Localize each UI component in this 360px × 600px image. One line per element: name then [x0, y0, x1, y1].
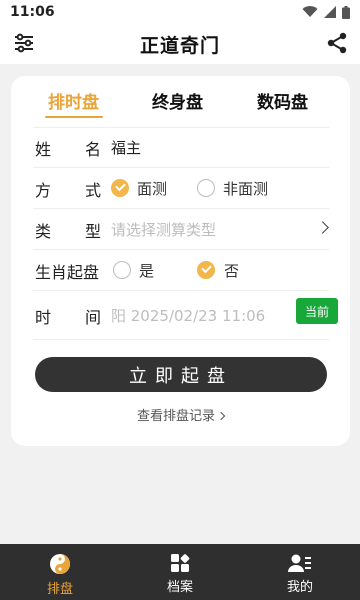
- profile-icon: [288, 554, 311, 572]
- name-label-1: 姓: [35, 140, 52, 159]
- tab-time-chart[interactable]: 排时盘: [48, 88, 99, 113]
- type-label-2: 型: [85, 222, 102, 241]
- start-chart-button[interactable]: 立即起盘: [35, 357, 327, 392]
- time-divider: [33, 339, 329, 340]
- radio-zodiac-yes[interactable]: [113, 261, 131, 279]
- nav-item-archive[interactable]: 档案: [120, 544, 240, 600]
- chart-setup-card: 排时盘 终身盘 数码盘 姓 名 福主 方 式 面测 非面测 类 型 请选择测算类…: [11, 76, 350, 446]
- radio-remote-label[interactable]: 非面测: [223, 178, 268, 199]
- filter-settings-icon[interactable]: [14, 33, 34, 57]
- page-title: 正道奇门: [139, 34, 220, 57]
- history-link-label[interactable]: 查看排盘记录: [137, 409, 215, 424]
- time-label-2: 间: [85, 308, 102, 327]
- radio-zodiac-no[interactable]: [197, 261, 215, 279]
- status-time: 11:06: [10, 4, 55, 20]
- tab-bar: 排时盘 终身盘 数码盘: [11, 76, 350, 128]
- status-bar: 11:06: [0, 0, 360, 24]
- name-label-2: 名: [85, 140, 102, 159]
- battery-icon: [342, 5, 350, 19]
- nav-label-chart: 排盘: [46, 582, 73, 597]
- tab-lifetime-chart[interactable]: 终身盘: [152, 88, 203, 113]
- type-label-1: 类: [35, 222, 52, 241]
- zodiac-label: 生肖起盘: [35, 263, 100, 282]
- time-row: 时 间 阳 2025/02/23 11:06 当前: [33, 292, 338, 338]
- radio-remote[interactable]: [197, 179, 215, 197]
- app-bar: 正道奇门: [0, 24, 360, 64]
- nav-item-chart[interactable]: 排盘: [0, 544, 120, 600]
- history-link[interactable]: 查看排盘记录: [11, 405, 350, 424]
- method-row: 方 式 面测 非面测: [33, 169, 329, 209]
- nav-label-profile: 我的: [286, 580, 313, 595]
- type-select[interactable]: 请选择测算类型: [111, 219, 216, 240]
- radio-in-person[interactable]: [111, 179, 129, 197]
- radio-in-person-label[interactable]: 面测: [137, 178, 167, 199]
- time-label-1: 时: [35, 308, 52, 327]
- status-icons: [302, 5, 350, 19]
- name-row: 姓 名 福主: [33, 128, 329, 168]
- nav-label-archive: 档案: [166, 580, 193, 595]
- tab-number-chart[interactable]: 数码盘: [257, 88, 308, 113]
- time-input[interactable]: 阳 2025/02/23 11:06: [111, 305, 265, 326]
- method-label-1: 方: [35, 181, 52, 200]
- name-input[interactable]: 福主: [111, 137, 141, 158]
- signal-icon: [324, 6, 336, 18]
- chevron-right-small-icon: [216, 411, 226, 421]
- bottom-nav: 排盘 档案 我的: [0, 544, 360, 600]
- yin-yang-icon: [50, 554, 70, 574]
- radio-zodiac-no-label[interactable]: 否: [224, 260, 239, 281]
- tab-active-underline: [45, 116, 103, 118]
- zodiac-row: 生肖起盘 是 否: [33, 251, 329, 291]
- radio-zodiac-yes-label[interactable]: 是: [139, 260, 154, 281]
- now-button[interactable]: 当前: [296, 298, 338, 324]
- share-icon[interactable]: [326, 32, 348, 58]
- wifi-icon: [302, 6, 318, 18]
- nav-item-profile[interactable]: 我的: [240, 544, 360, 600]
- type-row[interactable]: 类 型 请选择测算类型: [33, 210, 329, 250]
- method-label-2: 式: [85, 181, 102, 200]
- chevron-right-icon[interactable]: [316, 221, 329, 234]
- archive-icon: [171, 554, 190, 572]
